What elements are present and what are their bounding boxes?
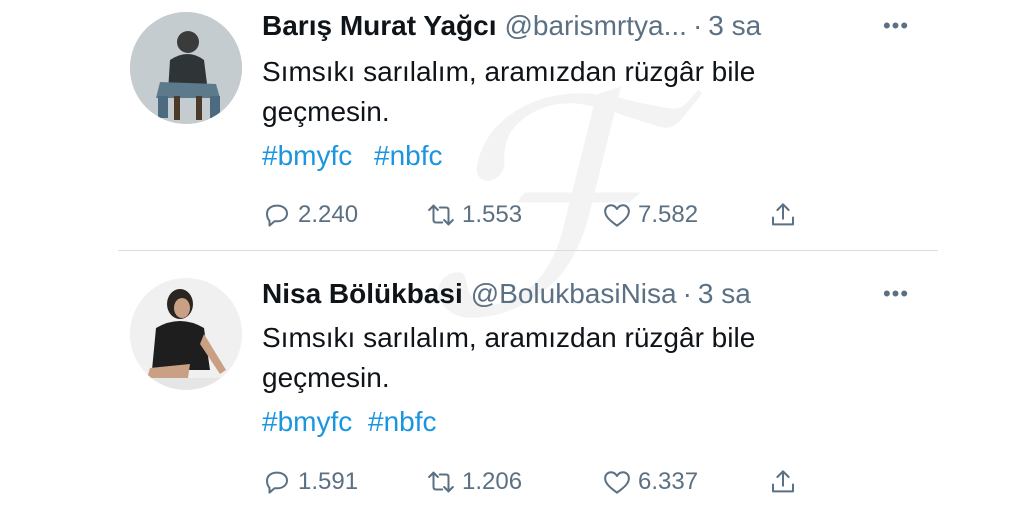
tweet-actions: 2.240 1.553 7.582	[262, 197, 822, 233]
retweet-icon	[428, 471, 454, 493]
share-icon	[772, 203, 794, 226]
retweet-count: 1.206	[462, 468, 523, 495]
avatar[interactable]	[130, 12, 242, 124]
heart-icon	[604, 471, 630, 494]
tweet[interactable]: Nisa Bölükbasi @BolukbasiNisa · 3 sa •••…	[0, 262, 1024, 512]
reply-count: 1.591	[298, 468, 359, 495]
more-icon[interactable]: •••	[876, 274, 916, 314]
share-button[interactable]	[768, 197, 804, 233]
retweet-button[interactable]: 1.553	[426, 197, 522, 233]
reply-button[interactable]: 1.591	[262, 464, 358, 500]
tweet-text: Sımsıkı sarılalım, aramızdan rüzgâr bile…	[262, 322, 756, 393]
retweet-count: 1.553	[462, 201, 523, 228]
reply-icon	[266, 204, 288, 227]
reply-count: 2.240	[298, 201, 359, 228]
heart-icon	[604, 204, 630, 227]
timestamp[interactable]: 3 sa	[708, 10, 761, 42]
author-name[interactable]: Barış Murat Yağcı	[262, 10, 496, 42]
tweet[interactable]: Barış Murat Yağcı @barismrtya... · 3 sa …	[0, 0, 1024, 250]
tweet-header: Barış Murat Yağcı @barismrtya... · 3 sa	[262, 6, 761, 46]
like-count: 6.337	[638, 468, 699, 495]
author-handle[interactable]: @BolukbasiNisa	[471, 278, 677, 310]
hashtag-link[interactable]: #bmyfc	[262, 406, 352, 437]
share-button[interactable]	[768, 464, 804, 500]
author-handle[interactable]: @barismrtya...	[504, 10, 686, 42]
avatar[interactable]	[130, 278, 242, 390]
tweet-header: Nisa Bölükbasi @BolukbasiNisa · 3 sa	[262, 274, 751, 314]
tweet-actions: 1.591 1.206 6.337	[262, 464, 822, 500]
retweet-icon	[428, 204, 454, 226]
like-button[interactable]: 6.337	[602, 464, 698, 500]
author-name[interactable]: Nisa Bölükbasi	[262, 278, 463, 310]
hashtag-link[interactable]: #nbfc	[368, 406, 437, 437]
reply-button[interactable]: 2.240	[262, 197, 358, 233]
retweet-button[interactable]: 1.206	[426, 464, 522, 500]
hashtag-link[interactable]: #nbfc	[374, 140, 443, 171]
separator-dot: ·	[682, 278, 692, 309]
tweet-divider	[118, 250, 938, 251]
hashtag-list: #bmyfc #nbfc	[262, 140, 457, 172]
hashtag-link[interactable]: #bmyfc	[262, 140, 352, 171]
like-button[interactable]: 7.582	[602, 197, 698, 233]
reply-icon	[266, 471, 288, 494]
timestamp[interactable]: 3 sa	[698, 278, 751, 310]
like-count: 7.582	[638, 201, 699, 228]
hashtag-list: #bmyfc #nbfc	[262, 406, 445, 438]
separator-dot: ·	[692, 10, 703, 41]
share-icon	[772, 470, 794, 493]
more-icon[interactable]: •••	[876, 6, 916, 46]
tweet-text: Sımsıkı sarılalım, aramızdan rüzgâr bile…	[262, 56, 756, 127]
